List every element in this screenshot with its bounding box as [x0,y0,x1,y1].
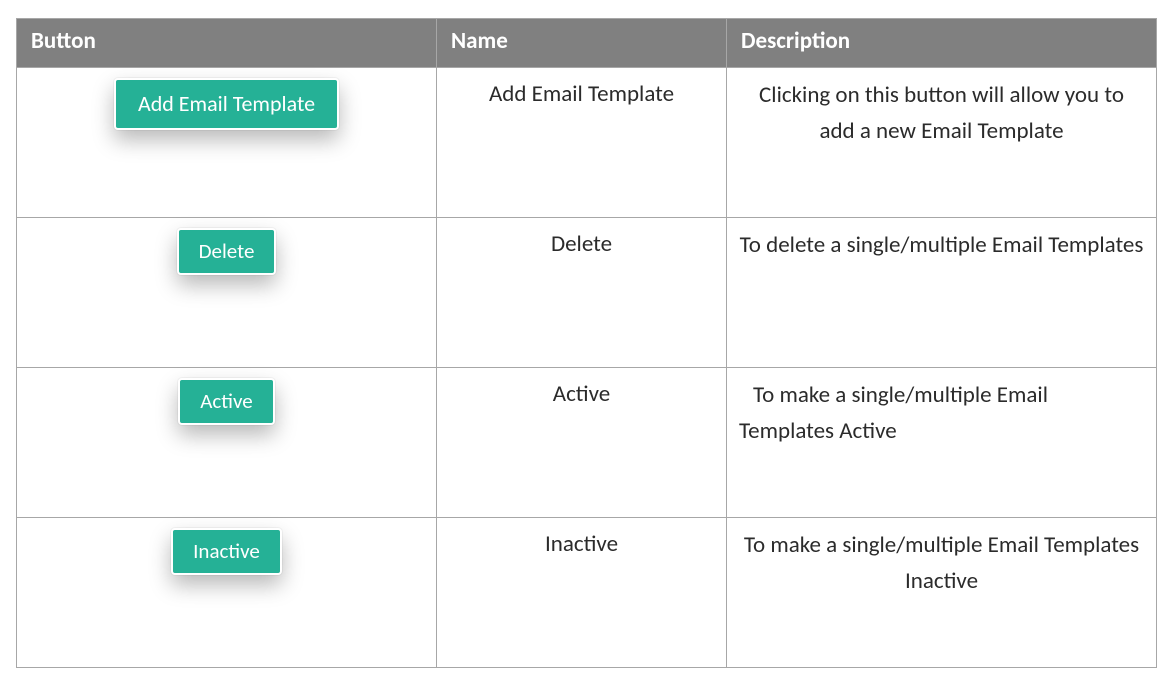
table-row: Inactive Inactive To make a single/multi… [17,518,1157,668]
header-desc: Description [727,19,1157,68]
button-reference-table: Button Name Description Add Email Templa… [16,18,1157,668]
table-row: Active Active To make a single/multiple … [17,368,1157,518]
inactive-button[interactable]: Inactive [171,528,282,575]
header-name: Name [437,19,727,68]
cell-name: Delete [437,218,727,368]
add-email-template-button[interactable]: Add Email Template [114,78,339,130]
cell-name: Active [437,368,727,518]
table-row: Add Email Template Add Email Template Cl… [17,68,1157,218]
cell-button: Add Email Template [17,68,437,218]
cell-button: Active [17,368,437,518]
delete-button[interactable]: Delete [177,228,277,275]
cell-button: Inactive [17,518,437,668]
table-header-row: Button Name Description [17,19,1157,68]
cell-button: Delete [17,218,437,368]
header-button: Button [17,19,437,68]
cell-desc: Clicking on this button will allow you t… [727,68,1157,218]
cell-desc: To make a single/multiple Email Template… [727,368,1157,518]
table-row: Delete Delete To delete a single/multipl… [17,218,1157,368]
active-button[interactable]: Active [178,378,274,425]
cell-name: Inactive [437,518,727,668]
cell-desc: To delete a single/multiple Email Templa… [727,218,1157,368]
cell-name: Add Email Template [437,68,727,218]
cell-desc: To make a single/multiple Email Template… [727,518,1157,668]
